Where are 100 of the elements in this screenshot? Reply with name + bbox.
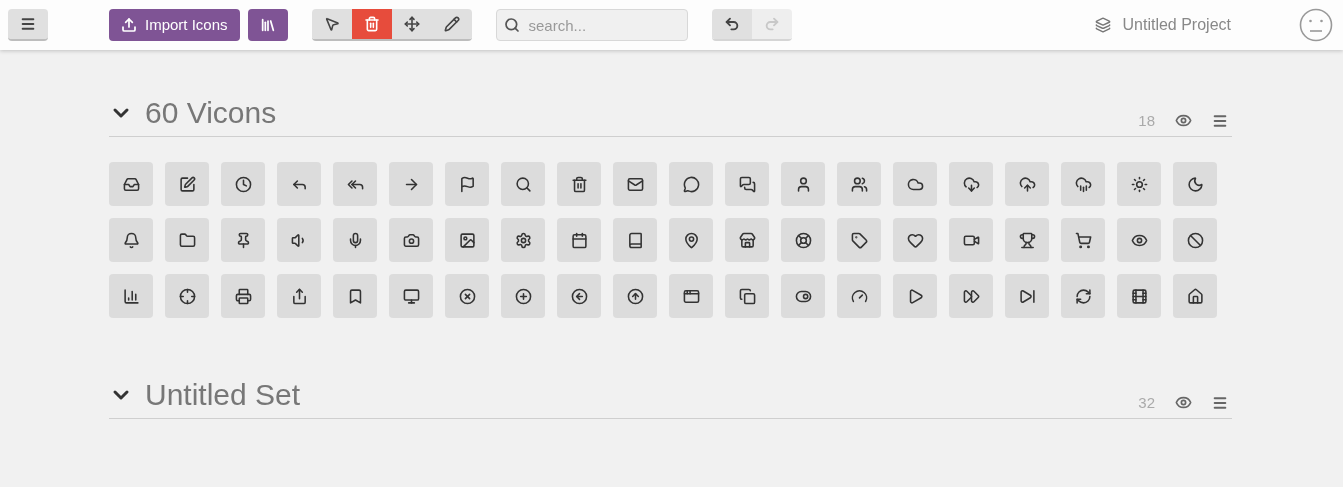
icon-tile[interactable] [893, 218, 937, 262]
icon-tile[interactable] [725, 218, 769, 262]
icon-tile[interactable] [165, 162, 209, 206]
icon-tile[interactable] [501, 218, 545, 262]
move-icon [403, 16, 420, 32]
icon-tile[interactable] [669, 162, 713, 206]
menu-icon[interactable] [1212, 112, 1228, 129]
icon-tile[interactable] [1061, 162, 1105, 206]
icon-tile[interactable] [613, 274, 657, 318]
icon-tile[interactable] [445, 162, 489, 206]
icon-tile[interactable] [557, 162, 601, 206]
icon-tile[interactable] [781, 162, 825, 206]
location-pin-icon [682, 231, 700, 249]
icon-tile[interactable] [501, 274, 545, 318]
icon-tile[interactable] [221, 274, 265, 318]
icon-tile[interactable] [837, 274, 881, 318]
undo-button[interactable] [711, 9, 752, 39]
delete-tool-button[interactable] [351, 9, 392, 39]
layers-icon [1094, 17, 1111, 33]
icon-tile[interactable] [1173, 218, 1217, 262]
import-icons-button[interactable]: Import Icons [109, 9, 240, 41]
edit-tool-button[interactable] [431, 9, 472, 39]
store-icon [738, 231, 756, 249]
folder-icon [178, 231, 196, 249]
icon-tile[interactable] [893, 274, 937, 318]
icon-tile[interactable] [445, 218, 489, 262]
icon-tile[interactable] [949, 274, 993, 318]
icon-tile[interactable] [1005, 274, 1049, 318]
icon-tile[interactable] [389, 218, 433, 262]
icon-tile[interactable] [725, 162, 769, 206]
icon-tile[interactable] [613, 218, 657, 262]
icon-tile[interactable] [109, 162, 153, 206]
trash-icon [570, 175, 588, 193]
edit-icon [178, 175, 196, 193]
icon-tile[interactable] [165, 218, 209, 262]
clock-icon [234, 175, 252, 193]
bell-icon [122, 231, 140, 249]
icon-tile[interactable] [1117, 274, 1161, 318]
icon-tile[interactable] [557, 218, 601, 262]
monitor-icon [402, 287, 420, 305]
icon-tile[interactable] [109, 218, 153, 262]
refresh-icon [1074, 287, 1092, 305]
search-field[interactable]: search... [495, 9, 688, 41]
icon-tile[interactable] [1061, 274, 1105, 318]
icon-tile[interactable] [949, 162, 993, 206]
book-icon [626, 231, 644, 249]
icon-tile[interactable] [389, 274, 433, 318]
icon-tile[interactable] [1061, 218, 1105, 262]
icon-tile[interactable] [1117, 162, 1161, 206]
rain-cloud-icon [1074, 175, 1092, 193]
icon-tile[interactable] [109, 274, 153, 318]
undo-icon [723, 16, 740, 32]
icon-tile[interactable] [893, 162, 937, 206]
icon-tile[interactable] [1117, 218, 1161, 262]
icon-tile[interactable] [669, 218, 713, 262]
skip-forward-icon [1018, 287, 1036, 305]
move-tool-button[interactable] [391, 9, 432, 39]
icon-tile[interactable] [277, 274, 321, 318]
library-button[interactable] [247, 9, 288, 41]
icon-tile[interactable] [389, 162, 433, 206]
icon-tile[interactable] [1005, 218, 1049, 262]
menu-button[interactable] [8, 9, 48, 41]
icon-tile[interactable] [501, 162, 545, 206]
select-tool-button[interactable] [311, 9, 352, 39]
icon-tile[interactable] [613, 162, 657, 206]
circle-x-icon [458, 287, 476, 305]
icon-tile[interactable] [837, 218, 881, 262]
books-icon [259, 17, 276, 33]
icon-tile[interactable] [1005, 162, 1049, 206]
icon-tile[interactable] [333, 274, 377, 318]
icon-count: 32 [1138, 392, 1155, 413]
project-title[interactable]: Untitled Project [1122, 13, 1231, 37]
avatar-icon[interactable] [1299, 8, 1333, 42]
icon-tile[interactable] [445, 274, 489, 318]
printer-icon [234, 287, 252, 305]
lifebuoy-icon [794, 231, 812, 249]
menu-icon[interactable] [1212, 394, 1228, 411]
icon-tile[interactable] [221, 162, 265, 206]
icon-tile[interactable] [277, 162, 321, 206]
chat-bubble-icon [682, 175, 700, 193]
icon-tile[interactable] [669, 274, 713, 318]
icon-tile[interactable] [557, 274, 601, 318]
icon-tile[interactable] [221, 218, 265, 262]
icon-tile[interactable] [165, 274, 209, 318]
icon-tile[interactable] [1173, 274, 1217, 318]
icon-tile[interactable] [781, 218, 825, 262]
icon-tile[interactable] [949, 218, 993, 262]
icon-tile[interactable] [277, 218, 321, 262]
icon-tile[interactable] [725, 274, 769, 318]
mail-icon [626, 175, 644, 193]
share-icon [290, 287, 308, 305]
image-icon [458, 231, 476, 249]
bar-chart-icon [122, 287, 140, 305]
menu-icon [20, 16, 36, 32]
icon-tile[interactable] [333, 162, 377, 206]
icon-tile[interactable] [837, 162, 881, 206]
icon-tile[interactable] [333, 218, 377, 262]
icon-tile[interactable] [1173, 162, 1217, 206]
icon-tile[interactable] [781, 274, 825, 318]
crosshair-icon [178, 287, 196, 305]
